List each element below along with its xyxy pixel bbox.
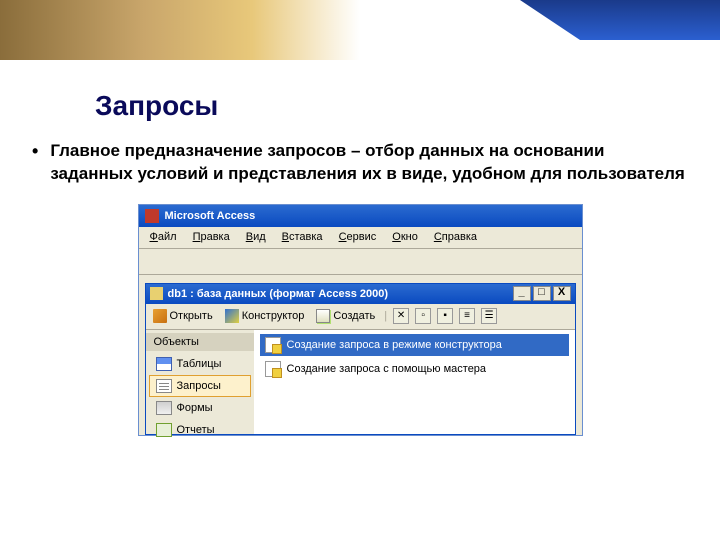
menu-window[interactable]: Окно (385, 229, 425, 245)
open-icon (153, 309, 167, 323)
open-button[interactable]: Открыть (150, 308, 216, 324)
minimize-button[interactable]: _ (513, 286, 531, 301)
db-titlebar[interactable]: db1 : база данных (формат Access 2000) _… (146, 284, 575, 304)
page-title: Запросы (95, 90, 720, 122)
db-body: Объекты Таблицы Запросы Формы Отчеты (146, 330, 575, 434)
db-title-text: db1 : база данных (формат Access 2000) (168, 288, 513, 300)
menubar: Файл Правка Вид Вставка Сервис Окно Спра… (139, 227, 582, 249)
sidebar-item-tables[interactable]: Таблицы (149, 353, 251, 375)
db-toolbar: Открыть Конструктор Создать | ✕ ▫ ▪ ≡ ☰ (146, 304, 575, 330)
sidebar-item-label: Формы (177, 402, 213, 414)
report-icon (156, 423, 172, 437)
wizard-icon (265, 337, 281, 353)
hero-banner (0, 0, 720, 60)
view-large-button[interactable]: ▫ (415, 308, 431, 324)
design-button[interactable]: Конструктор (222, 308, 308, 324)
menu-insert[interactable]: Вставка (275, 229, 330, 245)
bullet-text: Главное предназначение запросов – отбор … (50, 140, 690, 186)
app-title-text: Microsoft Access (165, 210, 256, 222)
access-window: Microsoft Access Файл Правка Вид Вставка… (138, 204, 583, 436)
window-buttons: _ □ X (513, 286, 571, 301)
sidebar-item-queries[interactable]: Запросы (149, 375, 251, 397)
view-small-button[interactable]: ▪ (437, 308, 453, 324)
view-list-button[interactable]: ≡ (459, 308, 475, 324)
sidebar-item-label: Отчеты (177, 424, 215, 436)
sidebar-item-label: Запросы (177, 380, 221, 392)
access-icon (145, 209, 159, 223)
menu-service[interactable]: Сервис (332, 229, 384, 245)
list-item-label: Создание запроса с помощью мастера (287, 363, 487, 375)
design-label: Конструктор (242, 310, 305, 322)
menu-file[interactable]: Файл (143, 229, 184, 245)
bullet-mark: • (32, 140, 38, 186)
app-titlebar[interactable]: Microsoft Access (139, 205, 582, 227)
create-button[interactable]: Создать (313, 308, 378, 324)
content-pane: Создание запроса в режиме конструктора С… (254, 330, 575, 434)
create-label: Создать (333, 310, 375, 322)
db-icon (150, 287, 163, 300)
menu-edit[interactable]: Правка (186, 229, 237, 245)
sidebar-header: Объекты (146, 333, 254, 351)
design-icon (225, 309, 239, 323)
sidebar-item-reports[interactable]: Отчеты (149, 419, 251, 441)
delete-button[interactable]: ✕ (393, 308, 409, 324)
new-icon (316, 309, 330, 323)
table-icon (156, 357, 172, 371)
list-item[interactable]: Создание запроса с помощью мастера (260, 358, 569, 380)
wizard-icon (265, 361, 281, 377)
query-icon (156, 379, 172, 393)
maximize-button[interactable]: □ (533, 286, 551, 301)
sidebar-item-forms[interactable]: Формы (149, 397, 251, 419)
list-item-label: Создание запроса в режиме конструктора (287, 339, 502, 351)
menu-help[interactable]: Справка (427, 229, 484, 245)
sidebar: Объекты Таблицы Запросы Формы Отчеты (146, 330, 254, 434)
view-details-button[interactable]: ☰ (481, 308, 497, 324)
db-window: db1 : база данных (формат Access 2000) _… (145, 283, 576, 435)
menu-view[interactable]: Вид (239, 229, 273, 245)
bullet-block: • Главное предназначение запросов – отбо… (32, 140, 690, 186)
form-icon (156, 401, 172, 415)
open-label: Открыть (170, 310, 213, 322)
list-item[interactable]: Создание запроса в режиме конструктора (260, 334, 569, 356)
sidebar-item-label: Таблицы (177, 358, 222, 370)
app-toolbar (139, 249, 582, 275)
close-button[interactable]: X (553, 286, 571, 301)
